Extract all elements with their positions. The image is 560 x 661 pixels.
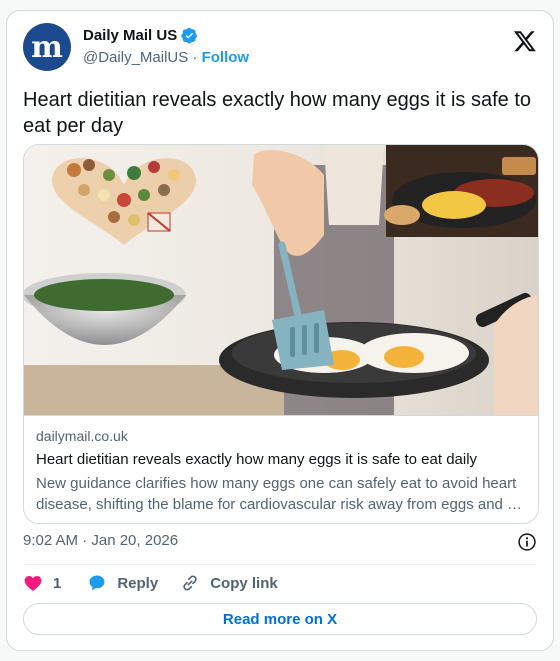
- like-count: 1: [53, 574, 62, 592]
- author-names: Daily Mail US @Daily_MailUS · Follow: [83, 27, 249, 66]
- display-name-row: Daily Mail US: [83, 27, 249, 44]
- divider: [23, 564, 537, 565]
- verified-badge-icon: [181, 27, 198, 44]
- timestamp-row: 9:02 AM · Jan 20, 2026: [23, 532, 537, 554]
- copy-link-button[interactable]: Copy link: [180, 573, 278, 593]
- display-name[interactable]: Daily Mail US: [83, 27, 177, 44]
- link-title: Heart dietitian reveals exactly how many…: [36, 451, 478, 468]
- like-button[interactable]: 1: [23, 573, 61, 593]
- tweet-card: m Daily Mail US @Daily_MailUS · Follow H…: [6, 10, 554, 651]
- reply-button[interactable]: Reply: [87, 573, 158, 593]
- info-icon[interactable]: [517, 532, 537, 552]
- tweet-text: Heart dietitian reveals exactly how many…: [23, 89, 532, 137]
- link-card[interactable]: dailymail.co.uk Heart dietitian reveals …: [23, 144, 539, 524]
- follow-button[interactable]: Follow: [202, 49, 250, 66]
- reply-label: Reply: [117, 574, 159, 592]
- read-more-button[interactable]: Read more on X: [23, 603, 537, 635]
- reply-bubble-icon: [89, 575, 105, 591]
- tweet-header: m Daily Mail US @Daily_MailUS · Follow: [23, 23, 537, 73]
- heart-icon: [24, 576, 42, 591]
- article-image: [24, 145, 538, 415]
- separator: ·: [192, 49, 198, 66]
- link-info: dailymail.co.uk Heart dietitian reveals …: [24, 415, 538, 523]
- handle-line: @Daily_MailUS · Follow: [83, 49, 249, 66]
- action-bar: 1 Reply Copy link: [23, 572, 537, 594]
- timestamp[interactable]: 9:02 AM · Jan 20, 2026: [23, 532, 178, 549]
- link-domain: dailymail.co.uk: [36, 428, 128, 444]
- handle[interactable]: @Daily_MailUS: [83, 49, 188, 66]
- breakfast-plate-image: [384, 145, 538, 237]
- link-icon: [183, 575, 197, 591]
- x-logo-icon[interactable]: [513, 29, 537, 53]
- avatar[interactable]: m: [23, 23, 71, 71]
- link-description: New guidance clarifies how many eggs one…: [36, 475, 523, 513]
- copy-link-label: Copy link: [210, 574, 278, 592]
